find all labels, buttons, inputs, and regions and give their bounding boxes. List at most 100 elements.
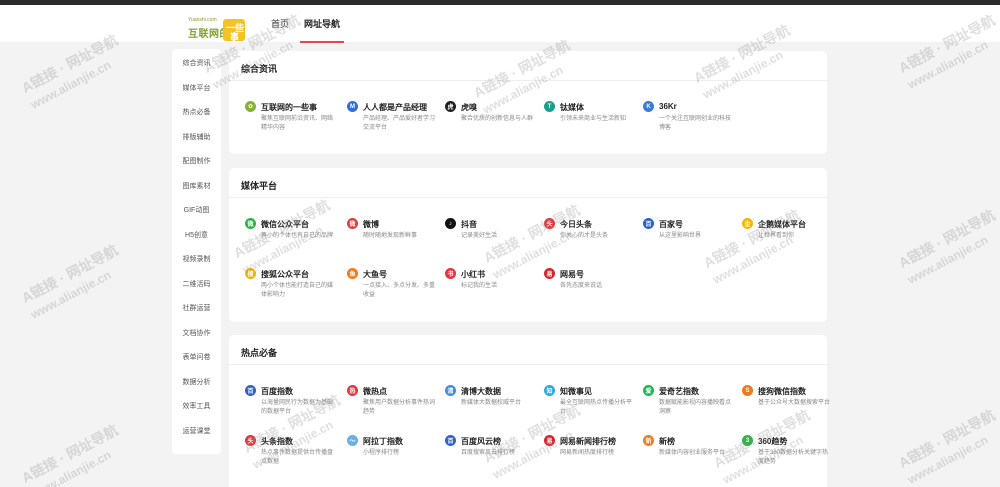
site-description: 基于360数据分析关键字热度趋势 — [758, 450, 829, 465]
site-link[interactable]: 易网易号 各凭态度来说话 — [544, 268, 639, 306]
site-link[interactable]: 新新榜 新媒体内容创业服务平台 — [643, 435, 738, 473]
site-link[interactable]: 书小红书 标记我的生活 — [445, 268, 540, 306]
site-name: 互联网的一些事 — [261, 103, 317, 112]
sidebar-item[interactable]: 表单问卷 — [172, 352, 221, 362]
sidebar-item[interactable]: 效率工具 — [172, 401, 221, 411]
qingbo-icon: 清 — [445, 385, 456, 396]
iqiyi-icon: 爱 — [643, 385, 654, 396]
site-description: 各凭态度来说话 — [560, 283, 603, 289]
section-divider — [229, 197, 827, 198]
watermark-url: www.alianjie.cn — [28, 57, 114, 112]
sidebar-item[interactable]: 排版辅助 — [172, 132, 221, 142]
site-name: 360趋势 — [758, 437, 788, 446]
section-title: 综合资讯 — [241, 64, 278, 74]
site-name: 搜狗微信指数 — [758, 387, 806, 396]
site-link[interactable]: 易网易新闻排行榜 网易新闻热度排行榜 — [544, 435, 639, 473]
site-link[interactable]: 3 360趋势 基于360数据分析关键字热度趋势 — [742, 435, 837, 473]
site-link[interactable]: 热微热点 聚焦用户数据分析事件热词趋势 — [347, 385, 442, 423]
site-description: 随时随地发现新鲜事 — [363, 233, 418, 239]
site-name: 虎嗅 — [461, 103, 477, 112]
watermark-url: www.alianjie.cn — [905, 232, 991, 287]
xiaohongshu-icon: 书 — [445, 268, 456, 279]
site-link[interactable]: 微微博随时随地发现新鲜事 — [347, 218, 442, 256]
site-link[interactable]: 爱爱奇艺指数数据赋能影视内容播映看点洞察 — [643, 385, 738, 423]
site-link[interactable]: 企企鹅媒体平台 让世界看到你 — [742, 218, 837, 256]
sidebar-item[interactable]: 数据分析 — [172, 377, 221, 387]
site-link[interactable]: 头头条指数 热点事件数据提供台传播盘点数据 — [245, 435, 340, 473]
site-description: 聚合优质的创新信息与人群 — [461, 116, 534, 122]
site-name: 大鱼号 — [363, 270, 387, 279]
site-name: 微博 — [363, 220, 379, 229]
nav-home[interactable]: 首页 — [271, 17, 289, 30]
site-name: 微信公众平台 — [261, 220, 309, 229]
site-link[interactable]: 头今日头条 你关心的才是头条 — [544, 218, 639, 256]
site-link[interactable]: 搜搜狐公众平台 两小个体也能打造自己的媒体影响力 — [245, 268, 340, 306]
site-link[interactable]: 百百度风云榜 百度搜索风云排行榜 — [445, 435, 540, 473]
site-link[interactable]: 百百家号 从这里影响世界 — [643, 218, 738, 256]
site-link[interactable]: 知知微事见 最全互联网热点传播分析平台 — [544, 385, 639, 423]
leaf-icon: ✿ — [245, 101, 256, 112]
sidebar-item[interactable]: H5创意 — [172, 230, 221, 240]
aladdin-icon: ～ — [347, 435, 358, 446]
site-link[interactable]: 虎虎嗅 聚合优质的创新信息与人群 — [445, 101, 540, 139]
site-link[interactable]: 鱼大鱼号 一点接入、多点分发、多重收益 — [347, 268, 442, 306]
sidebar-item[interactable]: 运营课堂 — [172, 426, 221, 436]
site-description: 新媒体大数据权威平台 — [461, 400, 522, 406]
site-name: 清博大数据 — [461, 387, 501, 396]
m-logo-icon: M — [347, 101, 358, 112]
douyin-icon: ♪ — [445, 218, 456, 229]
header: Yuanshi.com 互联网的 一些 事 首页 网址导航 — [0, 5, 1000, 45]
site-link[interactable]: ✿ 互联网的一些事 聚焦互联网前沿资讯、网络精华内容 — [245, 101, 340, 139]
site-link[interactable]: T 钛媒体 引领未来商业与生活新知 — [544, 101, 639, 139]
watermark: A链接 · 网址导航 www.alianjie.cn — [18, 240, 129, 322]
watermark-url: www.alianjie.cn — [28, 447, 114, 487]
site-description: 一点接入、多点分发、多重收益 — [363, 283, 436, 298]
wechat-icon: 微 — [245, 218, 256, 229]
site-description: 再小的个体也有自己的品牌 — [261, 233, 334, 239]
baidu-index-icon: 百 — [245, 385, 256, 396]
site-link[interactable]: S 搜狗微信指数 基于公众号大数据搜索平台 — [742, 385, 837, 423]
sidebar-item[interactable]: 二维活码 — [172, 279, 221, 289]
site-description: 从这里影响世界 — [659, 233, 702, 239]
site-description: 引领未来商业与生活新知 — [560, 116, 627, 122]
sidebar-item[interactable]: 热点必备 — [172, 107, 221, 117]
sidebar-item[interactable]: 文档协作 — [172, 328, 221, 338]
netease-news-icon: 易 — [544, 435, 555, 446]
site-name: 网易号 — [560, 270, 584, 279]
sidebar-item[interactable]: 视频录制 — [172, 254, 221, 264]
site-description: 新媒体内容创业服务平台 — [659, 450, 726, 456]
site-link[interactable]: ♪ 抖音 记录美好生活 — [445, 218, 540, 256]
site-name: 爱奇艺指数 — [659, 387, 699, 396]
sogou-icon: S — [742, 385, 753, 396]
site-link[interactable]: ～ 阿拉丁指数 小程序排行榜 — [347, 435, 442, 473]
watermark: A链接 · 网址导航 www.alianjie.cn — [895, 405, 1000, 487]
site-description: 热点事件数据提供台传播盘点数据 — [261, 450, 334, 465]
site-description: 最全互联网热点传播分析平台 — [560, 400, 633, 415]
site-link[interactable]: 清清博大数据新媒体大数据权威平台 — [445, 385, 540, 423]
sidebar-item[interactable]: 图库素材 — [172, 181, 221, 191]
sidebar-item[interactable]: 社群运营 — [172, 303, 221, 313]
sidebar-item[interactable]: 综合资讯 — [172, 58, 221, 68]
site-link[interactable]: K 36Kr 一个关注互联网创业的科技博客 — [643, 101, 738, 139]
weibo-icon: 微 — [347, 218, 358, 229]
site-link[interactable]: 微微信公众平台再小的个体也有自己的品牌 — [245, 218, 340, 256]
site-name: 百度指数 — [261, 387, 293, 396]
site-description: 标记我的生活 — [461, 283, 498, 289]
watermark: A链接 · 网址导航 www.alianjie.cn — [18, 30, 129, 112]
sidebar-item[interactable]: 配图制作 — [172, 156, 221, 166]
site-name: 微热点 — [363, 387, 387, 396]
toutiao-icon: 头 — [544, 218, 555, 229]
site-link[interactable]: 百百度指数以海量网民行为数据为基础的数据平台 — [245, 385, 340, 423]
site-description: 产品经理、产品爱好者学习交流平台 — [363, 116, 436, 131]
site-description: 数据赋能影视内容播映看点洞察 — [659, 400, 732, 415]
sidebar-item[interactable]: 媒体平台 — [172, 83, 221, 93]
site-link[interactable]: M 人人都是产品经理 产品经理、产品爱好者学习交流平台 — [347, 101, 442, 139]
sidebar-item[interactable]: GIF动图 — [172, 205, 221, 215]
site-logo[interactable]: Yuanshi.com 互联网的 一些 事 — [185, 15, 245, 45]
watermark-url: www.alianjie.cn — [905, 432, 991, 487]
site-description: 一个关注互联网创业的科技博客 — [659, 116, 732, 131]
site-description: 网易新闻热度排行榜 — [560, 450, 615, 456]
nav-directory[interactable]: 网址导航 — [304, 17, 340, 30]
watermark: A链接 · 网址导航 www.alianjie.cn — [18, 420, 129, 487]
site-description: 以海量网民行为数据为基础的数据平台 — [261, 400, 334, 415]
